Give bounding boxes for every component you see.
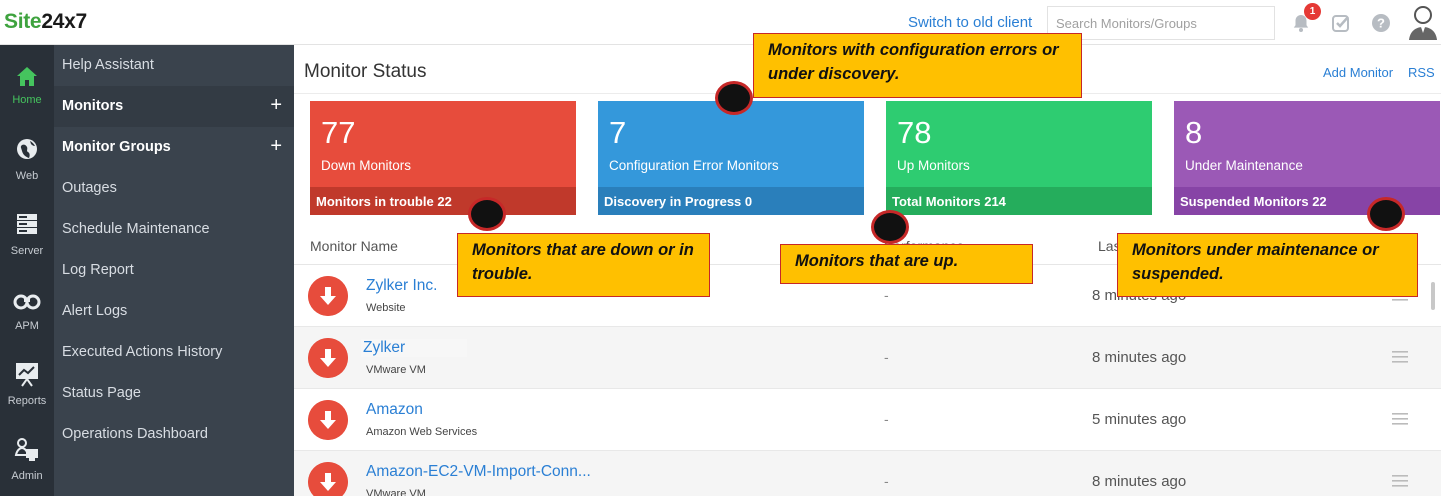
nav-item-schedule-maintenance[interactable]: Schedule Maintenance: [54, 209, 294, 250]
nav-item-log-report[interactable]: Log Report: [54, 250, 294, 291]
last-polled: 8 minutes ago: [1092, 349, 1187, 366]
side-nav: Help Assistant Monitors + Monitor Groups…: [54, 45, 294, 496]
maintenance-label: Under Maintenance: [1185, 158, 1303, 173]
app-root: Site24x7 Switch to old client 1 ? Ho: [0, 0, 1441, 496]
add-monitor-link[interactable]: Add Monitor: [1323, 65, 1393, 80]
up-monitors-card[interactable]: 78 Up Monitors Total Monitors 214: [886, 101, 1152, 215]
add-group-plus-icon[interactable]: +: [270, 135, 282, 158]
tasks-check-icon[interactable]: [1330, 12, 1352, 34]
callout-maintenance: Monitors under maintenance or suspended.: [1117, 233, 1418, 297]
nav-item-help-assistant[interactable]: Help Assistant: [54, 45, 294, 86]
home-icon: [17, 67, 37, 86]
table-row[interactable]: Amazon Amazon Web Services - 5 minutes a…: [294, 389, 1441, 451]
monitor-name-link[interactable]: Amazon: [366, 401, 423, 419]
performance-value: -: [884, 473, 889, 489]
rail-item-reports[interactable]: Reports: [0, 358, 54, 432]
nav-item-monitor-groups[interactable]: Monitor Groups +: [54, 127, 294, 168]
page-title: Monitor Status: [304, 61, 427, 82]
trouble-footer[interactable]: Monitors in trouble 22: [310, 187, 576, 215]
rss-link[interactable]: RSS: [1408, 65, 1435, 80]
globe-icon: [17, 139, 37, 159]
top-bar: Site24x7 Switch to old client 1 ?: [0, 0, 1441, 45]
monitor-name-link[interactable]: Zylker: [361, 339, 467, 357]
callout-config-errors: Monitors with configuration errors or un…: [753, 33, 1082, 98]
table-row[interactable]: Zylker VMware VM - 8 minutes ago: [294, 327, 1441, 389]
down-arrow-icon: [308, 338, 348, 378]
up-count: 78: [897, 115, 932, 150]
annotation-marker: [715, 81, 753, 115]
user-avatar-icon[interactable]: [1407, 3, 1439, 41]
row-menu-icon[interactable]: [1392, 474, 1408, 488]
help-icon[interactable]: ?: [1370, 12, 1392, 34]
nav-item-monitors[interactable]: Monitors +: [54, 86, 294, 127]
config-error-count: 7: [609, 115, 627, 150]
nav-item-outages[interactable]: Outages: [54, 168, 294, 209]
rail-item-web[interactable]: Web: [0, 133, 54, 207]
monitor-type: Website: [366, 302, 406, 314]
callout-down: Monitors that are down or in trouble.: [457, 233, 710, 297]
nav-item-executed-actions-history[interactable]: Executed Actions History: [54, 332, 294, 373]
total-footer[interactable]: Total Monitors 214: [886, 187, 1152, 215]
performance-value: -: [884, 287, 889, 303]
monitor-name-link[interactable]: Zylker Inc.: [366, 277, 437, 295]
config-error-label: Configuration Error Monitors: [609, 158, 779, 173]
nav-item-status-page[interactable]: Status Page: [54, 373, 294, 414]
table-scrollbar[interactable]: [1431, 282, 1435, 310]
chart-icon: [16, 363, 38, 387]
monitor-type: VMware VM: [366, 364, 426, 376]
rail-item-apm[interactable]: APM: [0, 283, 54, 357]
table-row[interactable]: Amazon-EC2-VM-Import-Conn... VMware VM -…: [294, 451, 1441, 496]
maintenance-count: 8: [1185, 115, 1203, 150]
down-arrow-icon: [308, 400, 348, 440]
server-icon: [17, 214, 37, 234]
annotation-marker: [1367, 197, 1405, 231]
column-header-name[interactable]: Monitor Name: [310, 238, 398, 254]
up-label: Up Monitors: [897, 158, 970, 173]
nav-item-alert-logs[interactable]: Alert Logs: [54, 291, 294, 332]
annotation-marker: [468, 197, 506, 231]
performance-value: -: [884, 411, 889, 427]
rail-item-server[interactable]: Server: [0, 208, 54, 282]
row-menu-icon[interactable]: [1392, 412, 1408, 426]
switch-old-client-link[interactable]: Switch to old client: [908, 14, 1032, 31]
maintenance-card[interactable]: 8 Under Maintenance Suspended Monitors 2…: [1174, 101, 1440, 215]
down-arrow-icon: [308, 462, 348, 496]
row-menu-icon[interactable]: [1392, 350, 1408, 364]
last-polled: 8 minutes ago: [1092, 473, 1187, 490]
svg-text:?: ?: [1377, 16, 1385, 31]
down-monitors-card[interactable]: 77 Down Monitors Monitors in trouble 22: [310, 101, 576, 215]
monitor-type: VMware VM: [366, 488, 426, 496]
site24x7-logo[interactable]: Site24x7: [4, 10, 87, 34]
callout-up: Monitors that are up.: [780, 244, 1033, 284]
icon-rail: Home Web Server APM Reports Admin: [0, 45, 54, 496]
rail-item-home[interactable]: Home: [0, 58, 54, 132]
config-error-card[interactable]: 7 Configuration Error Monitors Discovery…: [598, 101, 864, 215]
performance-value: -: [884, 349, 889, 365]
notification-badge: 1: [1304, 3, 1321, 20]
down-count: 77: [321, 115, 356, 150]
monitor-name-link[interactable]: Amazon-EC2-VM-Import-Conn...: [366, 463, 591, 481]
discovery-footer[interactable]: Discovery in Progress 0: [598, 187, 864, 215]
down-label: Down Monitors: [321, 158, 412, 173]
admin-icon: [14, 438, 38, 461]
down-arrow-icon: [308, 276, 348, 316]
rail-item-admin[interactable]: Admin: [0, 433, 54, 496]
annotation-marker: [871, 210, 909, 244]
monitor-type: Amazon Web Services: [366, 426, 478, 438]
last-polled: 5 minutes ago: [1092, 411, 1187, 428]
add-monitor-plus-icon[interactable]: +: [270, 94, 282, 117]
nav-item-operations-dashboard[interactable]: Operations Dashboard: [54, 414, 294, 455]
binoculars-icon: [13, 294, 41, 310]
